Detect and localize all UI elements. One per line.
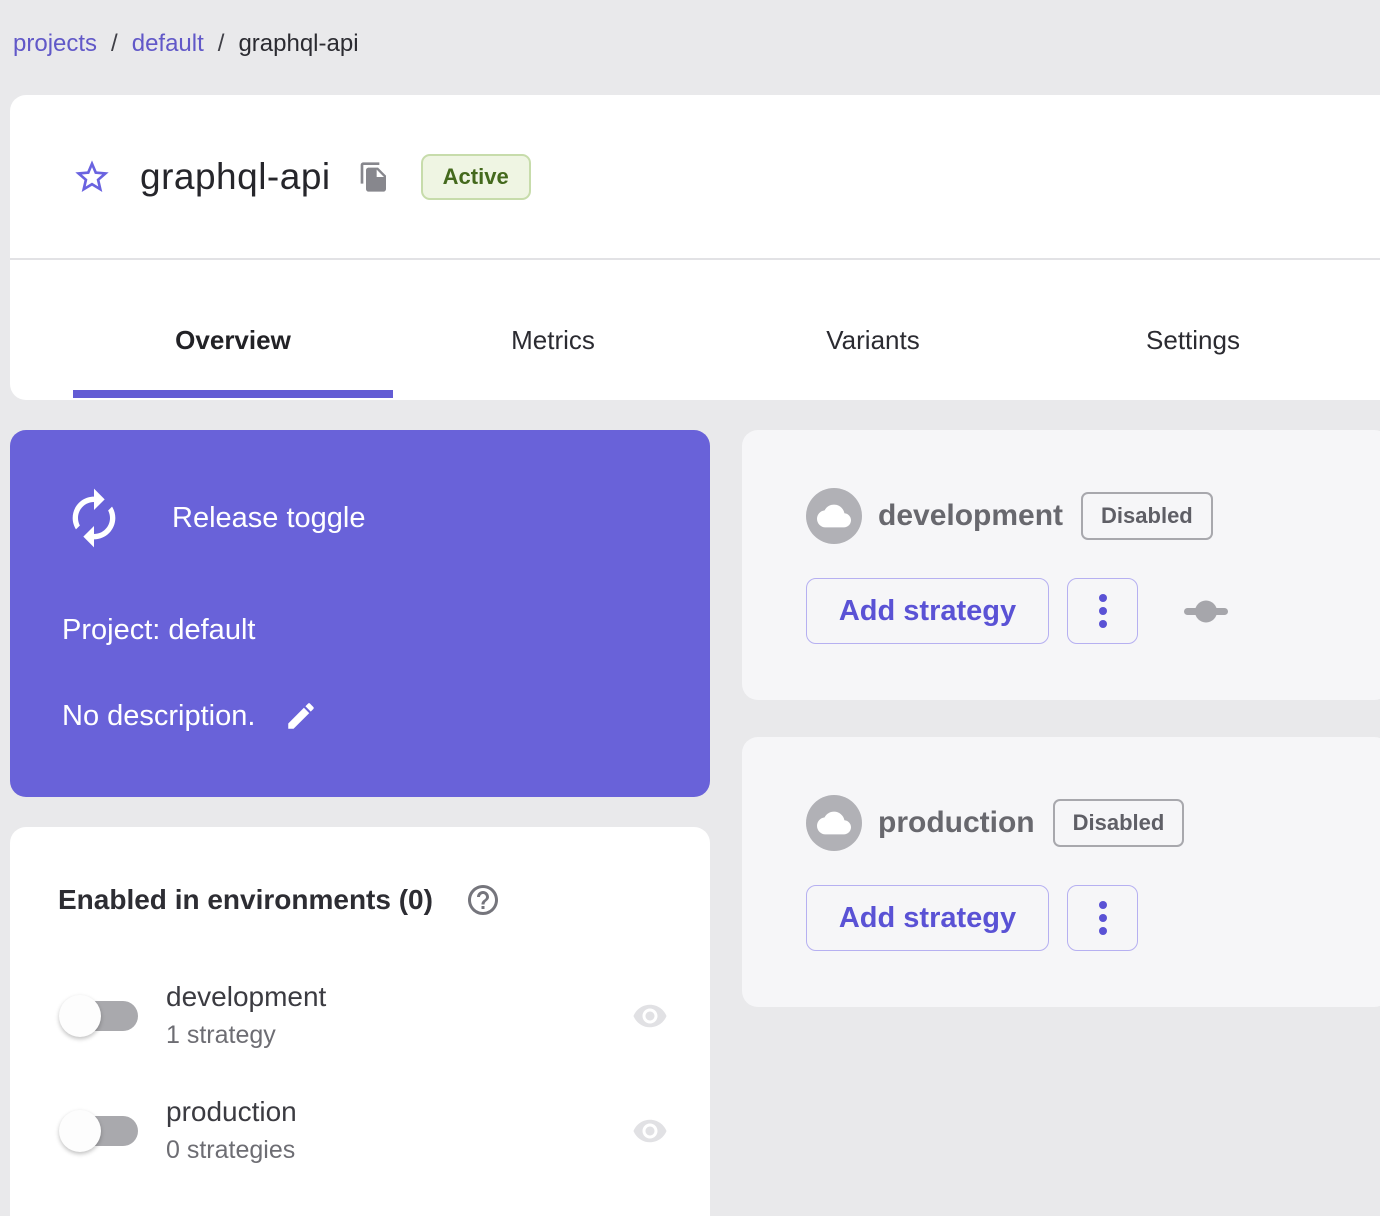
- environment-row-text: production 0 strategies: [166, 1096, 297, 1165]
- cloud-icon: [817, 504, 851, 528]
- feature-header-row: graphql-api Active: [10, 95, 1380, 258]
- toggle-type-row: Release toggle: [62, 486, 365, 550]
- breadcrumb-separator: /: [217, 30, 225, 57]
- environment-status-badge: Disabled: [1081, 492, 1213, 540]
- enabled-environments-panel: Enabled in environments (0) development …: [10, 827, 710, 1216]
- kebab-dot: [1098, 914, 1107, 922]
- breadcrumb-link-default[interactable]: default: [132, 30, 204, 58]
- add-strategy-button[interactable]: Add strategy: [806, 578, 1049, 644]
- toggle-switch-development[interactable]: [59, 994, 138, 1037]
- environment-status-badge: Disabled: [1052, 799, 1185, 847]
- feature-toggle-page: projects / default / graphql-api graphql…: [0, 0, 1380, 1216]
- breadcrumb: projects / default / graphql-api: [13, 30, 359, 58]
- cloud-icon: [817, 811, 851, 835]
- page-title: graphql-api: [140, 155, 331, 197]
- environment-strategy-count: 1 strategy: [166, 1021, 276, 1049]
- eye-icon: [633, 1119, 667, 1142]
- description-text: No description.: [62, 699, 256, 732]
- environment-avatar: [806, 488, 862, 544]
- kebab-dot: [1098, 620, 1107, 628]
- more-options-button[interactable]: [1067, 885, 1138, 951]
- environment-card-development: development Disabled Add strategy: [742, 430, 1380, 700]
- environment-name: production: [166, 1096, 297, 1127]
- breadcrumb-link-projects[interactable]: projects: [13, 30, 97, 58]
- environment-avatar: [806, 795, 862, 851]
- enabled-environments-header: Enabled in environments (0): [58, 882, 501, 918]
- edit-description-icon[interactable]: [283, 698, 319, 734]
- toggle-type-label: Release toggle: [172, 501, 366, 534]
- environment-row-development: development 1 strategy: [54, 968, 674, 1063]
- environment-card-controls: Add strategy: [806, 885, 1138, 951]
- status-badge: Active: [420, 153, 531, 200]
- kebab-dot: [1098, 901, 1107, 909]
- switch-thumb: [59, 994, 101, 1037]
- environment-card-name: development: [878, 499, 1064, 532]
- environment-card-header: development Disabled: [806, 488, 1213, 544]
- add-strategy-button[interactable]: Add strategy: [806, 885, 1049, 951]
- environment-card-header: production Disabled: [806, 795, 1185, 851]
- eye-icon: [633, 1004, 667, 1027]
- environment-name: development: [166, 981, 327, 1012]
- switch-thumb: [59, 1109, 101, 1152]
- favorite-star-icon[interactable]: [72, 157, 112, 197]
- rollout-strategy-icon: [1184, 600, 1228, 623]
- environment-strategy-count: 0 strategies: [166, 1136, 296, 1164]
- environment-card-production: production Disabled Add strategy: [742, 737, 1380, 1007]
- toggle-switch-production[interactable]: [59, 1109, 138, 1152]
- help-icon[interactable]: [465, 882, 501, 918]
- environment-card-name: production: [878, 806, 1035, 839]
- kebab-dot: [1098, 607, 1107, 615]
- copy-icon[interactable]: [357, 160, 391, 194]
- environment-row-text: development 1 strategy: [166, 981, 326, 1050]
- toggle-type-card: Release toggle Project: default No descr…: [10, 430, 710, 797]
- project-label: Project: default: [62, 614, 256, 646]
- more-options-button[interactable]: [1067, 578, 1138, 644]
- kebab-dot: [1098, 594, 1107, 602]
- description-row: No description.: [62, 698, 319, 734]
- enabled-environments-title: Enabled in environments (0): [58, 884, 433, 915]
- breadcrumb-separator: /: [111, 30, 118, 57]
- kebab-dot: [1098, 927, 1107, 935]
- breadcrumb-current: graphql-api: [238, 30, 359, 57]
- feature-header-card: graphql-api Active Overview Metrics Vari…: [10, 95, 1380, 400]
- environment-row-production: production 0 strategies: [54, 1083, 674, 1178]
- release-toggle-icon: [72, 488, 116, 548]
- active-tab-indicator: [73, 390, 393, 398]
- environment-card-controls: Add strategy: [806, 578, 1230, 644]
